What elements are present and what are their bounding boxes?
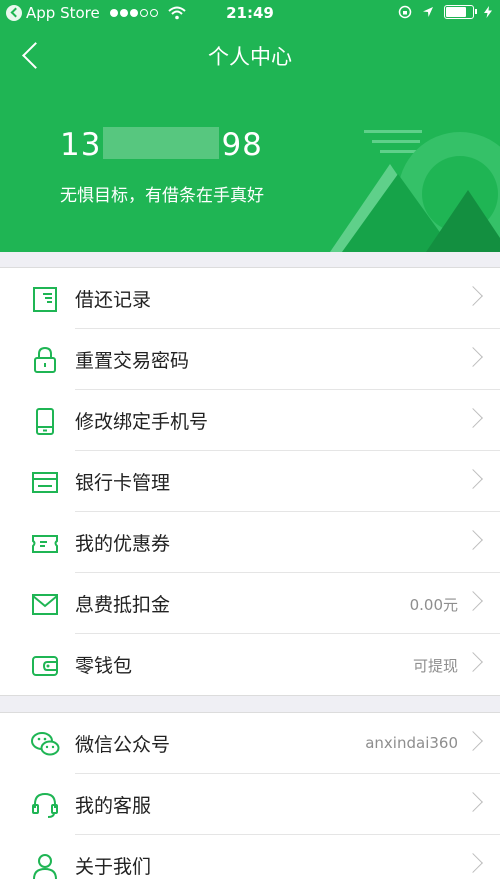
user-phone-number: 13 98 bbox=[60, 127, 263, 163]
chevron-right-icon bbox=[463, 652, 483, 672]
phone-suffix: 98 bbox=[221, 127, 263, 163]
menu-item-label: 关于我们 bbox=[75, 856, 152, 878]
battery-level bbox=[446, 7, 466, 17]
menu-item-value: anxindai360 bbox=[365, 734, 458, 752]
menu-item-label: 银行卡管理 bbox=[75, 472, 171, 494]
menu-item-wallet[interactable]: 零钱包 可提现 bbox=[0, 634, 500, 695]
battery-icon bbox=[444, 5, 477, 19]
profile-header: App Store 21:49 个人中心 13 98 无惧目标，有借条在手真好 bbox=[0, 0, 500, 252]
phone-mask bbox=[103, 127, 220, 159]
chevron-right-icon bbox=[463, 469, 483, 489]
wallet-icon bbox=[32, 656, 58, 676]
lock-icon bbox=[34, 346, 56, 373]
menu-item-label: 重置交易密码 bbox=[75, 350, 190, 372]
menu-item-coupon[interactable]: 我的优惠券 bbox=[0, 512, 500, 573]
menu-item-person[interactable]: 关于我们 bbox=[0, 835, 500, 889]
menu-item-bank-card[interactable]: 银行卡管理 bbox=[0, 451, 500, 512]
charging-icon bbox=[484, 6, 492, 18]
menu-item-label: 修改绑定手机号 bbox=[75, 411, 209, 433]
chevron-right-icon bbox=[463, 591, 483, 611]
coupon-icon bbox=[32, 535, 58, 553]
wifi-icon bbox=[168, 6, 186, 20]
menu-item-wechat[interactable]: 微信公众号 anxindai360 bbox=[0, 713, 500, 774]
phone-prefix: 13 bbox=[60, 127, 102, 163]
status-left: App Store bbox=[6, 4, 186, 22]
profile-slogan: 无惧目标，有借条在手真好 bbox=[60, 186, 264, 206]
menu-item-phone[interactable]: 修改绑定手机号 bbox=[0, 390, 500, 451]
menu-item-label: 微信公众号 bbox=[75, 734, 171, 756]
signal-strength-icon bbox=[109, 9, 158, 17]
bank-card-icon bbox=[32, 472, 58, 493]
carrier-label[interactable]: App Store bbox=[26, 4, 100, 22]
rotation-lock-icon bbox=[398, 5, 412, 19]
menu-item-value: 可提现 bbox=[412, 657, 458, 675]
menu-group-account: 借还记录重置交易密码 修改绑定手机号 银行卡管理我的优惠券息费抵扣金 0.00元零钱包… bbox=[0, 267, 500, 696]
mountain-illustration bbox=[330, 130, 500, 252]
menu-item-headset[interactable]: 我的客服 bbox=[0, 774, 500, 835]
headset-icon bbox=[32, 792, 58, 818]
wechat-icon bbox=[31, 732, 60, 756]
menu-item-label: 零钱包 bbox=[75, 655, 133, 677]
ledger-icon bbox=[33, 287, 57, 312]
nav-bar: 个人中心 bbox=[0, 28, 500, 84]
chevron-right-icon bbox=[463, 347, 483, 367]
chevron-right-icon bbox=[463, 286, 483, 306]
location-icon bbox=[423, 7, 433, 17]
phone-icon bbox=[36, 408, 54, 435]
envelope-icon bbox=[32, 594, 58, 615]
status-bar: App Store 21:49 bbox=[0, 0, 500, 28]
chevron-right-icon bbox=[463, 853, 483, 873]
menu-item-ledger[interactable]: 借还记录 bbox=[0, 268, 500, 329]
menu-item-value: 0.00元 bbox=[409, 596, 458, 614]
menu-item-label: 我的客服 bbox=[75, 795, 152, 817]
menu-item-envelope[interactable]: 息费抵扣金 0.00元 bbox=[0, 573, 500, 634]
return-to-app-icon[interactable] bbox=[6, 5, 22, 21]
chevron-right-icon bbox=[463, 530, 483, 550]
person-icon bbox=[33, 854, 57, 880]
menu-item-lock[interactable]: 重置交易密码 bbox=[0, 329, 500, 390]
menu-item-label: 息费抵扣金 bbox=[75, 594, 171, 616]
chevron-right-icon bbox=[463, 731, 483, 751]
page-title: 个人中心 bbox=[208, 45, 292, 69]
menu-item-label: 借还记录 bbox=[75, 289, 152, 311]
menu-group-service: 微信公众号 anxindai360 我的客服关于我们 bbox=[0, 712, 500, 889]
chevron-right-icon bbox=[463, 408, 483, 428]
status-right bbox=[398, 5, 492, 19]
chevron-right-icon bbox=[463, 792, 483, 812]
menu-item-label: 我的优惠券 bbox=[75, 533, 171, 555]
